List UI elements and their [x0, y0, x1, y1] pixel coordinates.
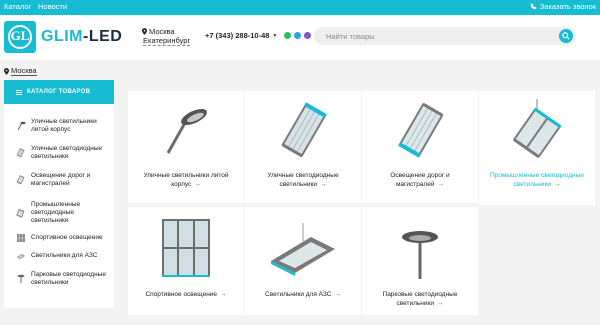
location-pin-icon: [142, 28, 147, 35]
industrial-light-icon: [16, 208, 25, 218]
sidebar-item-label: Спортивное освещение: [31, 234, 103, 241]
sport-light-image: [162, 219, 210, 277]
sidebar-item-label: Уличные светильники литой корпус: [31, 118, 97, 133]
city-primary: Москва: [149, 27, 175, 36]
road-light-image: [398, 103, 444, 158]
top-bar: Каталог Новости Заказать звонок: [0, 0, 600, 15]
catalog-button-label: КАТАЛОГ ТОВАРОВ: [27, 89, 91, 95]
product-card-street-cast[interactable]: Уличные светильники литой корпус →: [128, 91, 244, 203]
arrow-right-icon: →: [334, 291, 341, 298]
product-name[interactable]: Спортивное освещение →: [132, 290, 240, 299]
sidebar-item-road[interactable]: Освещение дорог и магистралей: [16, 172, 111, 188]
product-card-street-led[interactable]: Уличные светодиодные светильники →: [245, 91, 361, 203]
sidebar: КАТАЛОГ ТОВАРОВ Уличные светильники лито…: [4, 80, 114, 308]
product-card-industrial[interactable]: Промышленные светодиодные светильники →: [479, 91, 595, 205]
location-pin-icon: [4, 67, 9, 75]
industrial-light-image: [513, 99, 562, 158]
product-name[interactable]: Освещение дорог и магистралей →: [366, 171, 474, 189]
product-name[interactable]: Парковые светодиодные светильники →: [366, 290, 474, 308]
sidebar-item-street-led[interactable]: Уличные светодиодные светильники: [16, 145, 111, 161]
product-card-sport[interactable]: Спортивное освещение →: [128, 207, 244, 315]
nav-link-catalog[interactable]: Каталог: [4, 2, 31, 11]
logo-text-part1: GLIM: [41, 28, 83, 45]
header: GL GLIM-LED Москва Екатеринбург +7 (343)…: [0, 15, 600, 60]
search-button[interactable]: [559, 29, 573, 43]
logo[interactable]: GL GLIM-LED: [4, 21, 122, 53]
gas-station-light-icon: [17, 254, 25, 259]
sidebar-item-gas-station[interactable]: Светильники для АЗС: [16, 251, 111, 261]
product-name[interactable]: Промышленные светодиодные светильники →: [483, 171, 591, 189]
arrow-right-icon: →: [437, 300, 444, 307]
telegram-icon[interactable]: [294, 32, 302, 39]
catalog-button[interactable]: КАТАЛОГ ТОВАРОВ: [4, 80, 114, 104]
road-light-icon: [16, 175, 25, 185]
nav-link-news[interactable]: Новости: [38, 2, 67, 11]
sidebar-item-street-cast[interactable]: Уличные светильники литой корпус: [16, 118, 111, 134]
sidebar-item-park[interactable]: Парковые светодиодные светильники: [16, 271, 111, 287]
street-light-icon: [17, 121, 26, 131]
sidebar-item-label: Светильники для АЗС: [31, 252, 98, 259]
chevron-down-icon[interactable]: ▼: [272, 33, 277, 39]
sidebar-item-label: Парковые светодиодные светильники: [31, 271, 106, 286]
arrow-right-icon: →: [220, 291, 227, 298]
current-location[interactable]: Москва: [4, 66, 37, 76]
street-light-cast-image: [166, 108, 207, 154]
sidebar-item-label: Уличные светодиодные светильники: [31, 145, 103, 160]
park-light-image: [402, 231, 438, 279]
location-label: Москва: [11, 66, 37, 76]
logo-icon: GL: [4, 21, 36, 53]
logo-text-part2: -LED: [83, 28, 123, 45]
arrow-right-icon: →: [554, 181, 561, 188]
gas-station-light-image: [271, 223, 335, 276]
messenger-icons: [284, 32, 312, 39]
menu-icon: [16, 89, 22, 96]
street-led-image: [281, 102, 327, 157]
led-panel-icon: [16, 148, 25, 158]
viber-icon[interactable]: [304, 32, 312, 39]
city-secondary: Екатеринбург: [143, 36, 191, 46]
park-light-icon: [17, 274, 25, 283]
sport-light-icon: [17, 234, 25, 242]
callback-label: Заказать звонок: [539, 2, 596, 11]
arrow-right-icon: →: [194, 181, 201, 188]
sidebar-item-sport[interactable]: Спортивное освещение: [16, 233, 111, 243]
sidebar-item-industrial[interactable]: Промышленные светодиодные светильники: [16, 201, 111, 225]
arrow-right-icon: →: [437, 181, 445, 188]
sidebar-item-label: Освещение дорог и магистралей: [31, 172, 91, 187]
whatsapp-icon[interactable]: [284, 32, 292, 39]
arrow-right-icon: →: [320, 181, 327, 188]
logo-text: GLIM-LED: [41, 28, 122, 46]
product-name[interactable]: Светильники для АЗС →: [249, 290, 357, 299]
product-card-gas-station[interactable]: Светильники для АЗС →: [245, 207, 361, 315]
city-selector[interactable]: Москва Екатеринбург: [142, 27, 191, 46]
phone-block: +7 (343) 288-10-48 ▼: [205, 31, 312, 40]
product-card-park[interactable]: Парковые светодиодные светильники →: [362, 207, 478, 315]
search-input[interactable]: [326, 30, 546, 42]
product-card-road[interactable]: Освещение дорог и магистралей →: [362, 91, 478, 203]
phone-number[interactable]: +7 (343) 288-10-48: [205, 31, 269, 40]
phone-icon: [530, 3, 537, 10]
product-name[interactable]: Уличные светильники литой корпус →: [132, 171, 240, 189]
logo-mark-letters: GL: [10, 28, 30, 43]
callback-link[interactable]: Заказать звонок: [530, 2, 596, 11]
search-icon: [562, 32, 570, 40]
search-bar: [314, 27, 576, 45]
sidebar-item-label: Промышленные светодиодные светильники: [31, 201, 81, 224]
product-name[interactable]: Уличные светодиодные светильники →: [249, 171, 357, 189]
